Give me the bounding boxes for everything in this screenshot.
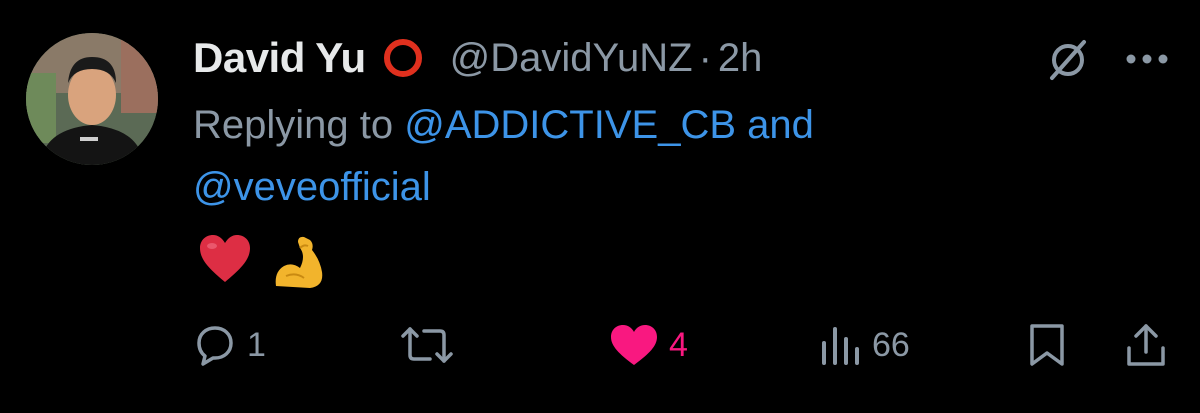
share-button[interactable]	[1124, 318, 1168, 372]
bookmark-button[interactable]	[1027, 318, 1067, 372]
display-name[interactable]: David Yu	[193, 34, 366, 82]
red-circle-badge-icon	[382, 37, 424, 79]
views-count: 66	[872, 325, 910, 364]
retweet-button[interactable]	[400, 318, 464, 372]
heart-icon	[611, 325, 657, 365]
bookmark-icon	[1030, 324, 1064, 366]
reply-count: 1	[247, 325, 266, 364]
more-icon[interactable]	[1124, 52, 1170, 66]
retweet-icon	[401, 327, 453, 363]
heart-emoji-icon	[200, 235, 250, 282]
and-word[interactable]: and	[747, 103, 814, 147]
tweet-header: David Yu @DavidYuNZ · 2h	[193, 26, 762, 90]
reply-icon	[197, 326, 233, 366]
replying-to: Replying to @ADDICTIVE_CB and @veveoffic…	[193, 94, 1093, 218]
grok-icon[interactable]	[1046, 38, 1090, 82]
handle[interactable]: @DavidYuNZ	[450, 36, 693, 81]
tweet[interactable]: David Yu @DavidYuNZ · 2h Replying to @AD…	[0, 0, 1200, 413]
mention-veveofficial[interactable]: @veveofficial	[193, 165, 431, 209]
avatar[interactable]	[26, 33, 158, 165]
flexed-biceps-emoji-icon	[275, 236, 323, 288]
like-count: 4	[669, 325, 688, 364]
tweet-body	[198, 232, 328, 290]
like-button[interactable]: 4	[609, 318, 688, 372]
mention-addictive-cb[interactable]: @ADDICTIVE_CB	[404, 103, 736, 147]
replying-prefix: Replying to	[193, 103, 394, 147]
timestamp[interactable]: 2h	[718, 36, 763, 81]
separator-dot: ·	[698, 35, 712, 80]
share-icon	[1127, 324, 1165, 366]
views-icon	[822, 327, 859, 365]
reply-button[interactable]: 1	[193, 318, 266, 372]
views-button[interactable]: 66	[818, 318, 910, 372]
